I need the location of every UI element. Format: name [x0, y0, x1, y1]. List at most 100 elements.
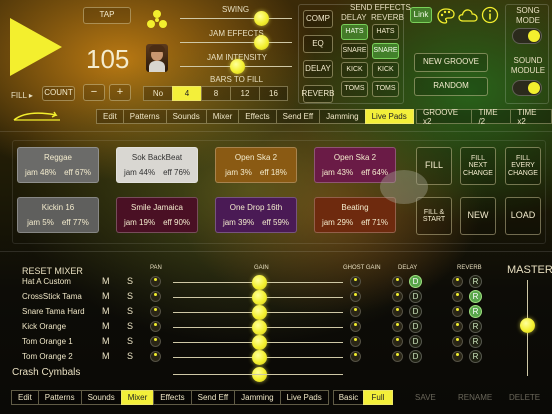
mute-button[interactable]: M	[102, 351, 110, 361]
tab-jamming[interactable]: Jamming	[319, 109, 365, 124]
bottom-tab-jamming[interactable]: Jamming	[234, 390, 280, 405]
reverb-send-knob[interactable]	[452, 306, 463, 317]
bars-option-no[interactable]: No	[143, 86, 172, 101]
reverb-send-knob[interactable]	[452, 291, 463, 302]
bottom-tab-patterns[interactable]: Patterns	[37, 390, 81, 405]
send-delay-snare[interactable]: SNARE	[341, 43, 368, 59]
tempo-display[interactable]: 105	[86, 44, 129, 75]
play-icon[interactable]	[8, 16, 64, 78]
send-delay-toms[interactable]: TOMS	[341, 81, 368, 97]
ghost-gain-knob[interactable]	[350, 291, 361, 302]
view-full[interactable]: Full	[363, 390, 393, 405]
solo-button[interactable]: S	[127, 351, 133, 361]
pan-knob[interactable]	[150, 351, 161, 362]
pad-action-fill-start-button[interactable]: FILL & START	[416, 197, 452, 235]
ghost-gain-knob[interactable]	[350, 276, 361, 287]
link-button[interactable]: Link	[410, 7, 432, 23]
pad-action-fill-every-change-button[interactable]: FILL EVERY CHANGE	[505, 147, 541, 185]
tab-send-eff[interactable]: Send Eff	[275, 109, 320, 124]
solo-button[interactable]: S	[127, 291, 133, 301]
fill-label[interactable]: FILL ▸	[11, 91, 33, 100]
reverb-send-knob[interactable]	[452, 321, 463, 332]
tab-edit[interactable]: Edit	[96, 109, 123, 124]
delete-button[interactable]: DELETE	[509, 393, 540, 402]
live-pad[interactable]: Kickin 16 jam 5% eff 77%	[17, 197, 99, 233]
rename-button[interactable]: RENAME	[458, 393, 492, 402]
delay-send-knob[interactable]	[392, 276, 403, 287]
ghost-gain-knob[interactable]	[350, 321, 361, 332]
reverb-send-knob[interactable]	[452, 276, 463, 287]
bars-option-12[interactable]: 12	[230, 86, 259, 101]
new-groove-button[interactable]: NEW GROOVE	[414, 53, 488, 72]
eq-button[interactable]: EQ	[303, 35, 333, 53]
bars-to-fill-selector[interactable]: No 4 8 12 16	[143, 86, 288, 101]
reverb-toggle[interactable]: R	[469, 335, 482, 348]
pan-knob[interactable]	[150, 321, 161, 332]
tempo-minus-button[interactable]: −	[83, 84, 105, 101]
pan-knob[interactable]	[150, 276, 161, 287]
reverb-toggle[interactable]: R	[469, 320, 482, 333]
ghost-gain-knob[interactable]	[350, 306, 361, 317]
tab-patterns[interactable]: Patterns	[122, 109, 166, 124]
delay-toggle[interactable]: D	[409, 320, 422, 333]
delay-effect-button[interactable]: DELAY	[303, 60, 333, 78]
solo-button[interactable]: S	[127, 336, 133, 346]
delay-send-knob[interactable]	[392, 306, 403, 317]
solo-button[interactable]: S	[127, 276, 133, 286]
gain-slider-knob[interactable]	[252, 320, 267, 335]
save-button[interactable]: SAVE	[415, 393, 436, 402]
bars-option-4[interactable]: 4	[172, 86, 201, 101]
jam-effects-slider-track[interactable]	[180, 42, 292, 43]
live-pad[interactable]: Sok BackBeat jam 44% eff 76%	[116, 147, 198, 183]
send-reverb-toms[interactable]: TOMS	[372, 81, 399, 97]
delay-send-knob[interactable]	[392, 291, 403, 302]
last-track-gain-track[interactable]	[173, 374, 343, 375]
mute-button[interactable]: M	[102, 306, 110, 316]
delay-toggle[interactable]: D	[409, 290, 422, 303]
pan-knob[interactable]	[150, 306, 161, 317]
live-pad[interactable]: One Drop 16th jam 39% eff 59%	[215, 197, 297, 233]
ghost-gain-knob[interactable]	[350, 336, 361, 347]
bars-option-16[interactable]: 16	[259, 86, 288, 101]
view-basic[interactable]: Basic	[333, 390, 363, 405]
gain-slider-knob[interactable]	[252, 350, 267, 365]
live-pad[interactable]: Open Ska 2 jam 3% eff 18%	[215, 147, 297, 183]
swing-slider-knob[interactable]	[254, 11, 269, 26]
mute-button[interactable]: M	[102, 321, 110, 331]
tab-effects[interactable]: Effects	[238, 109, 276, 124]
send-reverb-snare[interactable]: SNARE	[372, 43, 399, 59]
pad-action-new-button[interactable]: NEW	[460, 197, 496, 235]
bottom-tab-live-pads[interactable]: Live Pads	[279, 390, 329, 405]
gain-slider-knob[interactable]	[252, 275, 267, 290]
live-pad[interactable]: Beating jam 29% eff 71%	[314, 197, 396, 233]
jam-effects-slider-knob[interactable]	[254, 35, 269, 50]
gain-slider-knob[interactable]	[252, 335, 267, 350]
solo-button[interactable]: S	[127, 321, 133, 331]
delay-toggle[interactable]: D	[409, 275, 422, 288]
gain-slider-knob[interactable]	[252, 290, 267, 305]
delay-send-knob[interactable]	[392, 321, 403, 332]
swing-slider-track[interactable]	[180, 18, 292, 19]
mute-button[interactable]: M	[102, 276, 110, 286]
sound-module-toggle[interactable]	[512, 80, 542, 96]
info-icon[interactable]	[481, 6, 499, 24]
ghost-gain-knob[interactable]	[350, 351, 361, 362]
reverb-send-knob[interactable]	[452, 351, 463, 362]
send-delay-hats[interactable]: HATS	[341, 24, 368, 40]
send-delay-kick[interactable]: KICK	[341, 62, 368, 78]
song-mode-toggle[interactable]	[512, 28, 542, 44]
delay-send-knob[interactable]	[392, 351, 403, 362]
send-reverb-hats[interactable]: HATS	[372, 24, 399, 40]
reverb-toggle[interactable]: R	[469, 305, 482, 318]
random-button[interactable]: RANDOM	[414, 77, 488, 96]
delay-toggle[interactable]: D	[409, 305, 422, 318]
tempo-plus-button[interactable]: +	[109, 84, 131, 101]
cloud-icon[interactable]	[458, 8, 478, 22]
pan-knob[interactable]	[150, 291, 161, 302]
palette-icon[interactable]	[437, 8, 455, 24]
swap-arrow-icon[interactable]	[10, 110, 68, 124]
trefoil-icon[interactable]	[146, 8, 168, 30]
tab-live-pads[interactable]: Live Pads	[364, 109, 414, 124]
live-pad[interactable]: Reggae jam 48% eff 67%	[17, 147, 99, 183]
delay-toggle[interactable]: D	[409, 350, 422, 363]
